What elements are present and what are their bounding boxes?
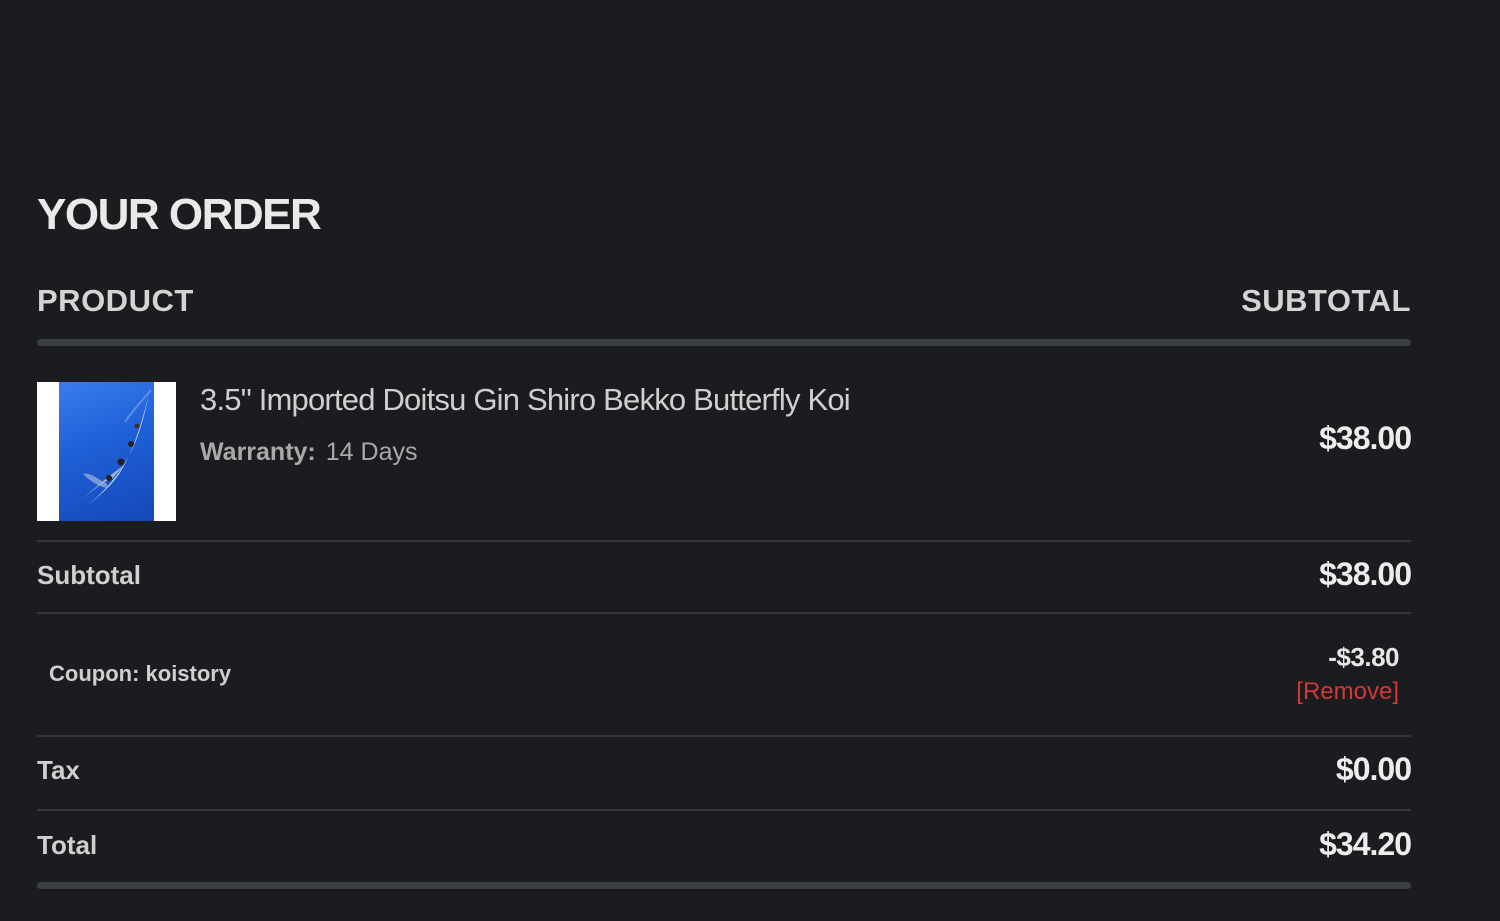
order-table-header: PRODUCT SUBTOTAL <box>37 283 1411 323</box>
remove-coupon-link[interactable]: [Remove] <box>1296 678 1399 706</box>
koi-fish-icon <box>81 389 152 506</box>
row-divider <box>37 809 1411 811</box>
warranty-value: 14 Days <box>325 438 418 466</box>
subtotal-column-header: SUBTOTAL <box>1241 283 1411 318</box>
header-divider <box>37 339 1411 346</box>
order-title: YOUR ORDER <box>37 190 322 239</box>
footer-divider <box>37 882 1411 889</box>
product-column-header: PRODUCT <box>37 283 194 318</box>
row-divider <box>37 612 1411 614</box>
coupon-label: Coupon: koistory <box>49 661 232 686</box>
warranty-label: Warranty: <box>200 438 316 466</box>
tax-value: $0.00 <box>1335 751 1412 787</box>
coupon-discount: -$3.80 <box>1328 642 1399 672</box>
subtotal-value: $38.00 <box>1319 556 1412 592</box>
row-divider <box>37 735 1411 737</box>
product-thumbnail <box>37 382 176 521</box>
tax-label: Tax <box>37 755 80 785</box>
total-value: $34.20 <box>1319 826 1412 862</box>
subtotal-label: Subtotal <box>37 560 141 590</box>
total-label: Total <box>37 830 98 860</box>
row-divider <box>37 540 1411 542</box>
product-warranty: Warranty: 14 Days <box>200 438 417 467</box>
product-price: $38.00 <box>1319 420 1412 456</box>
product-name: 3.5" Imported Doitsu Gin Shiro Bekko But… <box>200 382 851 417</box>
